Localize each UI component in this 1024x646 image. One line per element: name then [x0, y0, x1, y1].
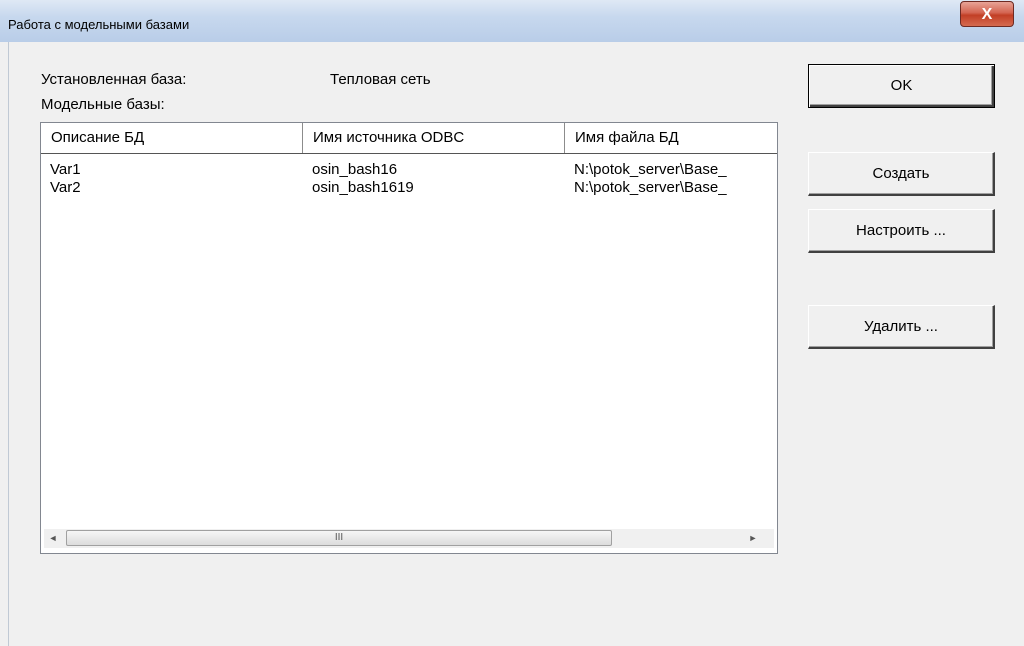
- list-header: Описание БД Имя источника ODBC Имя файла…: [41, 123, 777, 154]
- title-bar[interactable]: Работа с модельными базами X: [0, 0, 1024, 42]
- horizontal-scrollbar[interactable]: ◄ III ►: [44, 529, 774, 548]
- scrollbar-thumb[interactable]: III: [66, 530, 612, 546]
- scroll-left-icon[interactable]: ◄: [44, 529, 62, 548]
- cell-odbc-source: osin_bash1619: [312, 179, 414, 196]
- ok-button[interactable]: OK: [808, 64, 995, 108]
- cell-description: Var1: [50, 161, 81, 178]
- cell-db-file: N:\potok_server\Base_: [574, 161, 727, 178]
- table-row[interactable]: Var2 osin_bash1619 N:\potok_server\Base_: [41, 179, 777, 197]
- model-bases-list[interactable]: Описание БД Имя источника ODBC Имя файла…: [40, 122, 778, 554]
- grip-icon: III: [334, 532, 344, 543]
- table-row[interactable]: Var1 osin_bash16 N:\potok_server\Base_: [41, 161, 777, 179]
- scroll-right-icon[interactable]: ►: [744, 529, 762, 548]
- installed-base-value: Тепловая сеть: [330, 71, 431, 88]
- close-button[interactable]: X: [960, 1, 1014, 27]
- column-header-odbc-source[interactable]: Имя источника ODBC: [303, 123, 565, 153]
- column-header-description[interactable]: Описание БД: [41, 123, 303, 153]
- cell-description: Var2: [50, 179, 81, 196]
- create-button[interactable]: Создать: [808, 152, 995, 196]
- installed-base-label: Установленная база:: [41, 71, 187, 88]
- model-bases-label: Модельные базы:: [41, 96, 165, 113]
- delete-button[interactable]: Удалить ...: [808, 305, 995, 349]
- window-title: Работа с модельными базами: [8, 17, 190, 32]
- column-header-db-file[interactable]: Имя файла БД: [565, 123, 777, 153]
- cell-odbc-source: osin_bash16: [312, 161, 398, 178]
- close-icon: X: [981, 6, 993, 23]
- cell-db-file: N:\potok_server\Base_: [574, 179, 727, 196]
- configure-button[interactable]: Настроить ...: [808, 209, 995, 253]
